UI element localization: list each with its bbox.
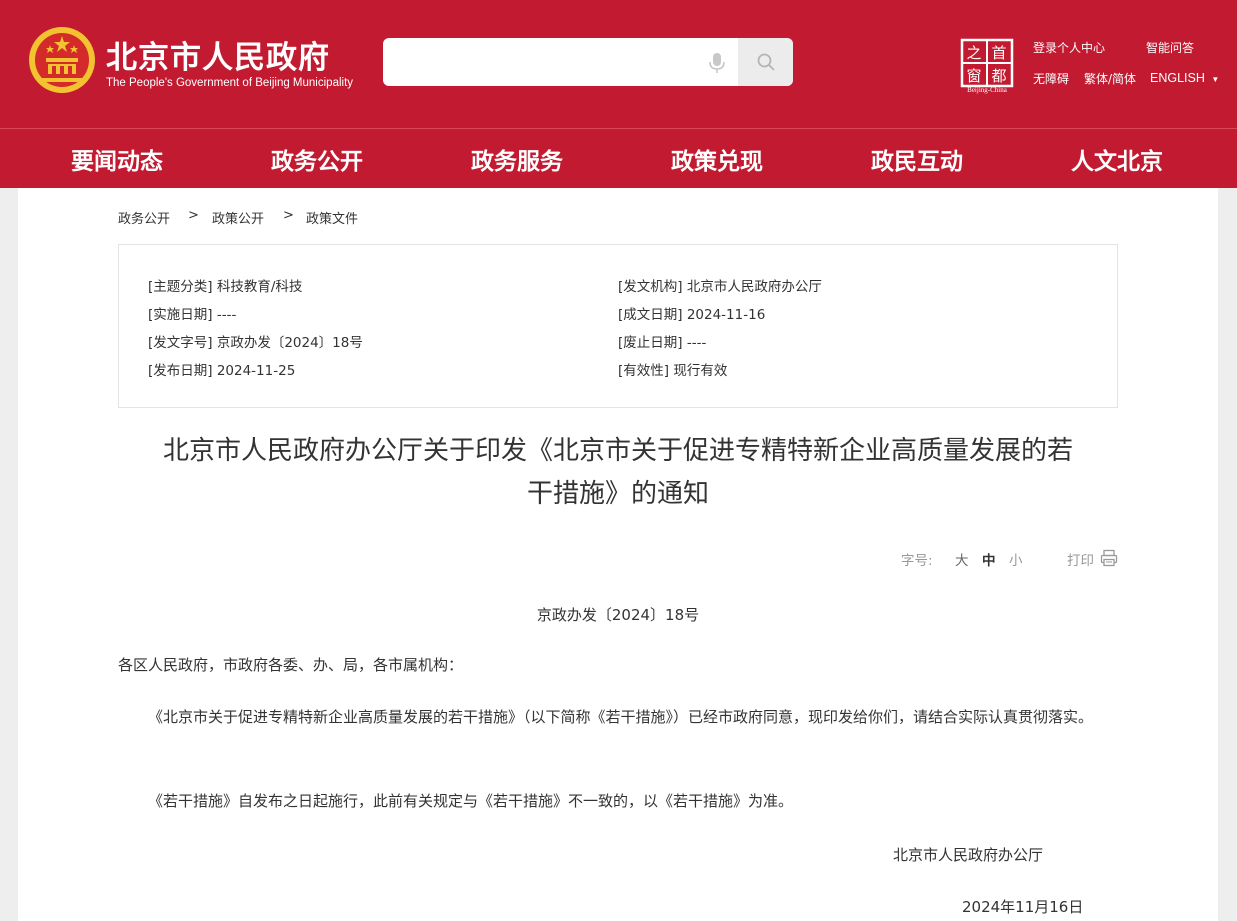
font-size-large-button[interactable]: 大 [955,549,969,569]
breadcrumb-item[interactable]: 政策公开 [212,208,264,227]
nav-item-news[interactable]: 要闻动态 [17,129,217,189]
english-label: ENGLISH [1150,71,1205,85]
capital-logo-char: 都 [991,67,1006,85]
paragraph: 《若干措施》自发布之日起施行，此前有关规定与《若干措施》不一致的，以《若干措施》… [148,792,794,810]
site-subtitle: The People's Government of Beijing Munic… [106,77,354,89]
capital-logo-char: 之 [966,44,981,62]
nav-item-gov-services[interactable]: 政务服务 [417,129,617,189]
document-title-line: 北京市人民政府办公厅关于印发《北京市关于促进专精特新企业高质量发展的若 [162,436,1073,466]
search-input[interactable] [383,38,693,86]
caret-down-icon: ▼ [1211,75,1220,84]
capital-logo-char: 首 [991,44,1006,62]
nav-item-interaction[interactable]: 政民互动 [817,129,1017,189]
traditional-simplified-link[interactable]: 繁体/简体 [1084,70,1136,87]
printer-icon[interactable] [1100,549,1118,567]
national-emblem-icon [29,27,95,93]
nav-item-gov-affairs[interactable]: 政务公开 [217,129,417,189]
smart-qa-link[interactable]: 智能问答 [1146,39,1194,56]
breadcrumb-separator: > [188,208,199,223]
breadcrumb-item[interactable]: 政务公开 [118,208,170,227]
signature-org: 北京市人民政府办公厅 [893,846,1044,864]
breadcrumb-separator: > [283,208,294,223]
site-title[interactable]: 北京市人民政府 [106,32,330,77]
search-button[interactable] [738,38,793,86]
english-link[interactable]: ENGLISH ▼ [1150,71,1219,85]
document-metadata-box [118,244,1118,408]
font-size-medium-button[interactable]: 中 [982,549,996,569]
font-size-label: 字号: [901,553,933,569]
meta-doc-number: [发文字号] 京政办发〔2024〕18号 [148,335,363,351]
document-number: 京政办发〔2024〕18号 [536,606,700,624]
nav-item-policy-fulfillment[interactable]: 政策兑现 [617,129,817,189]
document-title-line: 干措施》的通知 [526,479,709,509]
meta-publish-date: [发布日期] 2024-11-25 [148,363,296,379]
header-bar: 北京市人民政府 The People's Government of Beiji… [0,0,1237,188]
accessibility-link[interactable]: 无障碍 [1033,70,1069,87]
search-icon [757,53,775,71]
signature-date: 2024年11月16日 [962,898,1084,916]
login-link[interactable]: 登录个人中心 [1033,39,1105,56]
font-size-small-button[interactable]: 小 [1009,549,1023,569]
meta-validity: [有效性] 现行有效 [618,363,728,379]
capital-logo-char: 窗 [966,67,981,85]
search-box [383,38,793,86]
meta-issuer: [发文机构] 北京市人民政府办公厅 [618,279,822,295]
meta-subject: [主题分类] 科技教育/科技 [148,279,303,295]
capital-logo-caption: Beijing-China [967,86,1007,94]
microphone-icon[interactable] [707,52,727,74]
meta-abolish-date: [废止日期] ---- [618,335,707,351]
meta-effective-date: [实施日期] ---- [148,307,237,323]
print-label: 打印 [1067,553,1094,569]
nav-item-culture[interactable]: 人文北京 [1017,129,1217,189]
breadcrumb-item[interactable]: 政策文件 [306,208,358,227]
salutation: 各区人民政府，市政府各委、办、局，各市属机构： [118,656,464,674]
meta-written-date: [成文日期] 2024-11-16 [618,307,766,323]
paragraph: 《北京市关于促进专精特新企业高质量发展的若干措施》（以下简称《若干措施》）已经市… [148,708,1094,726]
document-title: 北京市人民政府办公厅关于印发《北京市关于促进专精特新企业高质量发展的若 干措施》… [118,430,1118,516]
print-button[interactable]: 打印 [1067,549,1094,569]
main-nav: 要闻动态 政务公开 政务服务 政策兑现 政民互动 人文北京 [0,128,1237,188]
